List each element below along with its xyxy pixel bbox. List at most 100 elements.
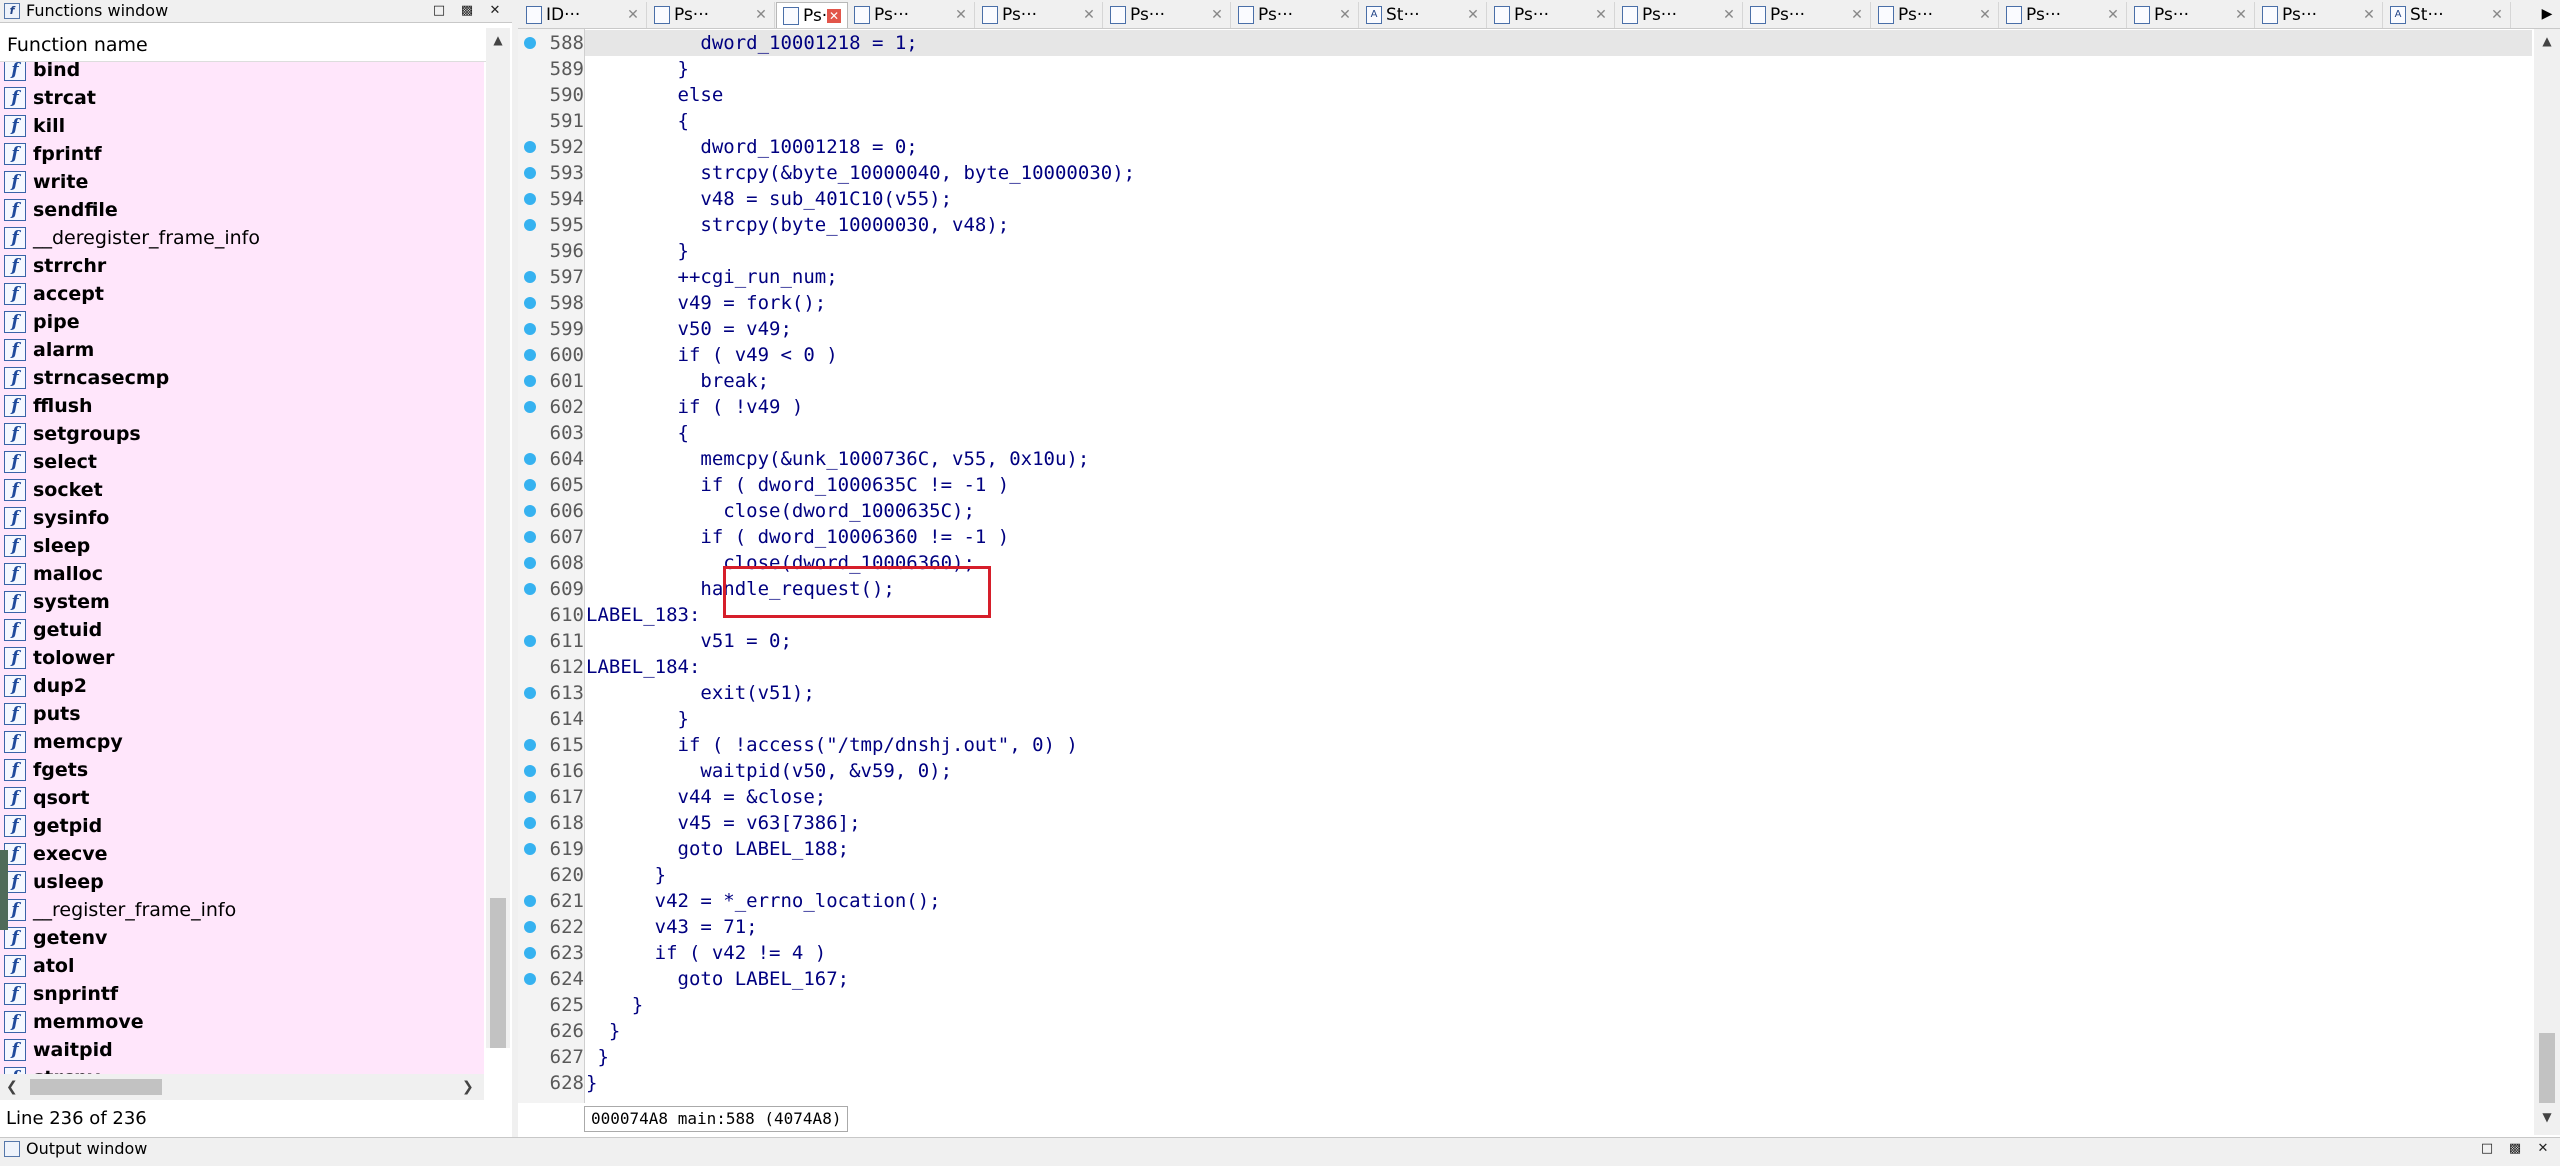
- function-list-item[interactable]: f getenv: [0, 924, 484, 952]
- code-line[interactable]: 588 dword_10001218 = 1;: [518, 30, 2532, 56]
- code-line[interactable]: 593 strcpy(&byte_10000040, byte_10000030…: [518, 160, 2532, 186]
- close-tab-icon[interactable]: ✕: [2106, 8, 2120, 22]
- breakpoint-dot-icon[interactable]: [524, 297, 536, 309]
- breakpoint-dot-icon[interactable]: [524, 557, 536, 569]
- function-list-item[interactable]: f malloc: [0, 560, 484, 588]
- code-line[interactable]: 603 {: [518, 420, 2532, 446]
- breakpoint-dot-icon[interactable]: [524, 479, 536, 491]
- function-list-item[interactable]: f qsort: [0, 784, 484, 812]
- function-list-item[interactable]: f fflush: [0, 392, 484, 420]
- scroll-down-arrow-icon[interactable]: ▼: [2534, 1105, 2560, 1129]
- code-line[interactable]: 616 waitpid(v50, &v59, 0);: [518, 758, 2532, 784]
- function-list-item[interactable]: f strcat: [0, 84, 484, 112]
- code-line[interactable]: 627 }: [518, 1044, 2532, 1070]
- breakpoint-dot-icon[interactable]: [524, 349, 536, 361]
- editor-tab[interactable]: Ps··· ✕: [648, 2, 775, 28]
- breakpoint-dot-icon[interactable]: [524, 687, 536, 699]
- breakpoint-dot-icon[interactable]: [524, 947, 536, 959]
- editor-tab[interactable]: Ps··· ✕: [776, 2, 848, 28]
- editor-tab[interactable]: Ps··· ✕: [1744, 2, 1871, 28]
- function-list-item[interactable]: f __deregister_frame_info: [0, 224, 484, 252]
- code-line[interactable]: 595 strcpy(byte_10000030, v48);: [518, 212, 2532, 238]
- scroll-up-arrow-icon[interactable]: ▲: [2534, 29, 2560, 53]
- float-window-icon[interactable]: □: [2476, 1138, 2498, 1160]
- editor-tab[interactable]: ID··· ✕: [520, 2, 647, 28]
- docked-side-handle[interactable]: [0, 850, 8, 930]
- scroll-up-arrow-icon[interactable]: ▲: [486, 28, 510, 52]
- editor-tab[interactable]: Ps··· ✕: [848, 2, 975, 28]
- editor-tab[interactable]: Ps··· ✕: [2128, 2, 2255, 28]
- editor-tab[interactable]: Ps··· ✕: [1872, 2, 1999, 28]
- function-list-item[interactable]: f snprintf: [0, 980, 484, 1008]
- scroll-left-arrow-icon[interactable]: ❮: [6, 1074, 18, 1100]
- breakpoint-dot-icon[interactable]: [524, 765, 536, 777]
- code-line[interactable]: 606 close(dword_1000635C);: [518, 498, 2532, 524]
- scroll-thumb[interactable]: [490, 898, 506, 1048]
- code-line[interactable]: 622 v43 = 71;: [518, 914, 2532, 940]
- function-list-item[interactable]: f system: [0, 588, 484, 616]
- breakpoint-dot-icon[interactable]: [524, 921, 536, 933]
- breakpoint-dot-icon[interactable]: [524, 635, 536, 647]
- code-line[interactable]: 619 goto LABEL_188;: [518, 836, 2532, 862]
- close-tab-icon[interactable]: ✕: [1210, 8, 1224, 22]
- function-list-item[interactable]: f waitpid: [0, 1036, 484, 1064]
- close-tab-icon[interactable]: ✕: [1850, 8, 1864, 22]
- breakpoint-dot-icon[interactable]: [524, 375, 536, 387]
- close-window-icon[interactable]: ✕: [2532, 1138, 2554, 1160]
- breakpoint-dot-icon[interactable]: [524, 817, 536, 829]
- code-line[interactable]: 591 {: [518, 108, 2532, 134]
- code-line[interactable]: 594 v48 = sub_401C10(v55);: [518, 186, 2532, 212]
- breakpoint-dot-icon[interactable]: [524, 219, 536, 231]
- breakpoint-dot-icon[interactable]: [524, 271, 536, 283]
- editor-tab[interactable]: Ps··· ✕: [1104, 2, 1231, 28]
- code-line[interactable]: 599 v50 = v49;: [518, 316, 2532, 342]
- function-list-horizontal-scrollbar[interactable]: ❮ ❯: [0, 1074, 484, 1100]
- code-line[interactable]: 611 v51 = 0;: [518, 628, 2532, 654]
- code-line[interactable]: 592 dword_10001218 = 0;: [518, 134, 2532, 160]
- editor-tab[interactable]: Ps··· ✕: [976, 2, 1103, 28]
- function-list-item[interactable]: f execve: [0, 840, 484, 868]
- code-line[interactable]: 618 v45 = v63[7386];: [518, 810, 2532, 836]
- function-list-item[interactable]: f memcpy: [0, 728, 484, 756]
- function-list-item[interactable]: f getuid: [0, 616, 484, 644]
- float-window-icon[interactable]: □: [428, 0, 450, 22]
- code-vertical-scrollbar[interactable]: ▲ ▼: [2534, 29, 2560, 1135]
- breakpoint-dot-icon[interactable]: [524, 401, 536, 413]
- function-list-item[interactable]: f write: [0, 168, 484, 196]
- code-line[interactable]: 600 if ( v49 < 0 ): [518, 342, 2532, 368]
- function-name-column-header[interactable]: Function name: [0, 28, 490, 62]
- breakpoint-dot-icon[interactable]: [524, 505, 536, 517]
- restore-window-icon[interactable]: ▩: [456, 0, 478, 22]
- close-tab-icon[interactable]: ✕: [2234, 8, 2248, 22]
- close-tab-icon[interactable]: ✕: [754, 8, 768, 22]
- editor-tab[interactable]: A St··· ✕: [2384, 2, 2511, 28]
- function-list-item[interactable]: f alarm: [0, 336, 484, 364]
- code-line[interactable]: 620 }: [518, 862, 2532, 888]
- editor-tab[interactable]: Ps··· ✕: [1488, 2, 1615, 28]
- function-list-item[interactable]: fstrcpy: [0, 1064, 484, 1074]
- code-line[interactable]: 628}: [518, 1070, 2532, 1096]
- code-line[interactable]: 613 exit(v51);: [518, 680, 2532, 706]
- function-list-item[interactable]: f atol: [0, 952, 484, 980]
- breakpoint-dot-icon[interactable]: [524, 37, 536, 49]
- scroll-thumb[interactable]: [30, 1079, 162, 1095]
- breakpoint-dot-icon[interactable]: [524, 973, 536, 985]
- function-list-item[interactable]: f strrchr: [0, 252, 484, 280]
- function-list-item[interactable]: f strncasecmp: [0, 364, 484, 392]
- function-list-item[interactable]: f getpid: [0, 812, 484, 840]
- tab-scroll-right-icon[interactable]: ▶: [2536, 2, 2558, 26]
- code-line[interactable]: 623 if ( v42 != 4 ): [518, 940, 2532, 966]
- breakpoint-dot-icon[interactable]: [524, 739, 536, 751]
- breakpoint-dot-icon[interactable]: [524, 895, 536, 907]
- function-list-item[interactable]: f setgroups: [0, 420, 484, 448]
- code-line[interactable]: 612 LABEL_184:: [518, 654, 2532, 680]
- code-line[interactable]: 604 memcpy(&unk_1000736C, v55, 0x10u);: [518, 446, 2532, 472]
- code-line[interactable]: 624 goto LABEL_167;: [518, 966, 2532, 992]
- function-list-item[interactable]: f memmove: [0, 1008, 484, 1036]
- code-line[interactable]: 621 v42 = *_errno_location();: [518, 888, 2532, 914]
- function-list-item[interactable]: f kill: [0, 112, 484, 140]
- code-line[interactable]: 602 if ( !v49 ): [518, 394, 2532, 420]
- breakpoint-dot-icon[interactable]: [524, 843, 536, 855]
- close-tab-icon[interactable]: ✕: [954, 8, 968, 22]
- breakpoint-dot-icon[interactable]: [524, 583, 536, 595]
